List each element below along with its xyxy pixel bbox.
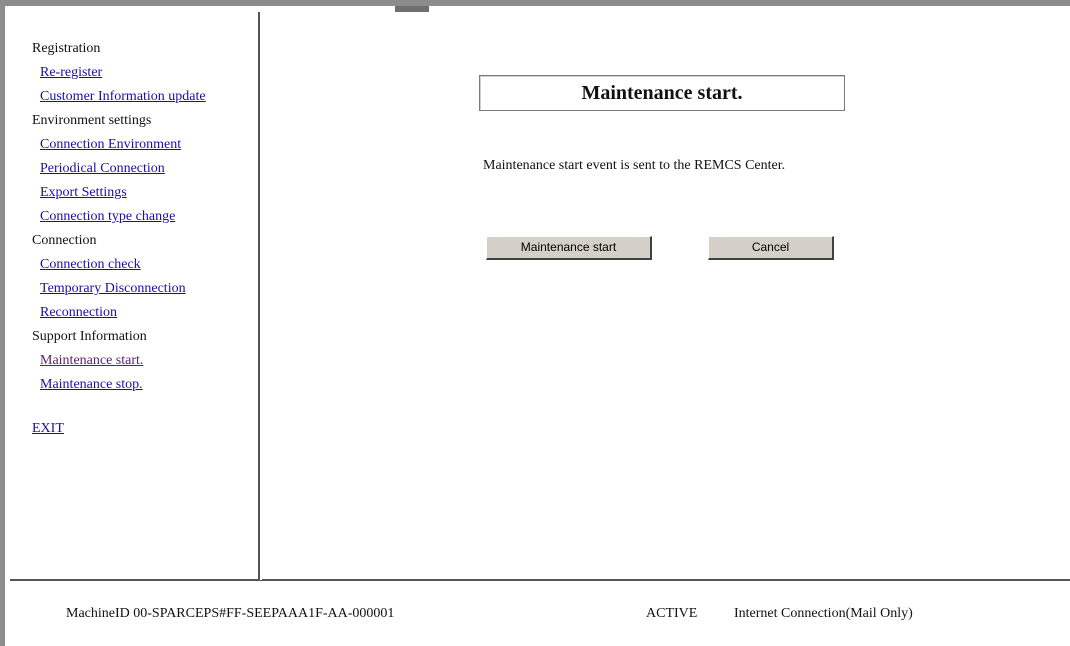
- sidebar-link-reconnection[interactable]: Reconnection: [40, 301, 258, 325]
- sidebar-link-export-settings[interactable]: Export Settings: [40, 181, 258, 205]
- sidebar-link-re-register[interactable]: Re-register: [40, 61, 258, 85]
- status-footer: MachineID 00-SPARCEPS#FF-SEEPAAA1F-AA-00…: [10, 580, 1070, 646]
- sidebar-link-connection-type-change[interactable]: Connection type change: [40, 205, 258, 229]
- sidebar-section-support-information: Support Information: [32, 329, 147, 344]
- sidebar-section-connection: Connection: [32, 233, 97, 248]
- page-title: Maintenance start.: [479, 75, 845, 111]
- maintenance-start-button[interactable]: Maintenance start: [486, 236, 652, 260]
- sidebar-link-temporary-disconnection[interactable]: Temporary Disconnection: [40, 277, 258, 301]
- machine-id-text: MachineID 00-SPARCEPS#FF-SEEPAAA1F-AA-00…: [66, 606, 395, 621]
- status-message: Maintenance start event is sent to the R…: [483, 158, 786, 173]
- connection-type-text: Internet Connection(Mail Only): [734, 606, 913, 621]
- sidebar-section-registration: Registration: [32, 41, 101, 56]
- status-badge: ACTIVE: [646, 606, 698, 621]
- sidebar-link-connection-check[interactable]: Connection check: [40, 253, 258, 277]
- sidebar-section-environment-settings: Environment settings: [32, 113, 152, 128]
- sidebar-link-maintenance-start[interactable]: Maintenance start.: [40, 349, 258, 373]
- sidebar-link-periodical-connection[interactable]: Periodical Connection: [40, 157, 258, 181]
- exit-link[interactable]: EXIT: [32, 417, 258, 441]
- sidebar-link-connection-environment[interactable]: Connection Environment: [40, 133, 258, 157]
- sidebar-link-customer-information-update[interactable]: Customer Information update: [40, 85, 258, 109]
- sidebar-link-maintenance-stop[interactable]: Maintenance stop.: [40, 373, 258, 397]
- main-panel: Maintenance start. Maintenance start eve…: [262, 12, 1070, 580]
- cancel-button[interactable]: Cancel: [708, 236, 834, 260]
- sidebar-nav: Registration Re-register Customer Inform…: [10, 12, 260, 580]
